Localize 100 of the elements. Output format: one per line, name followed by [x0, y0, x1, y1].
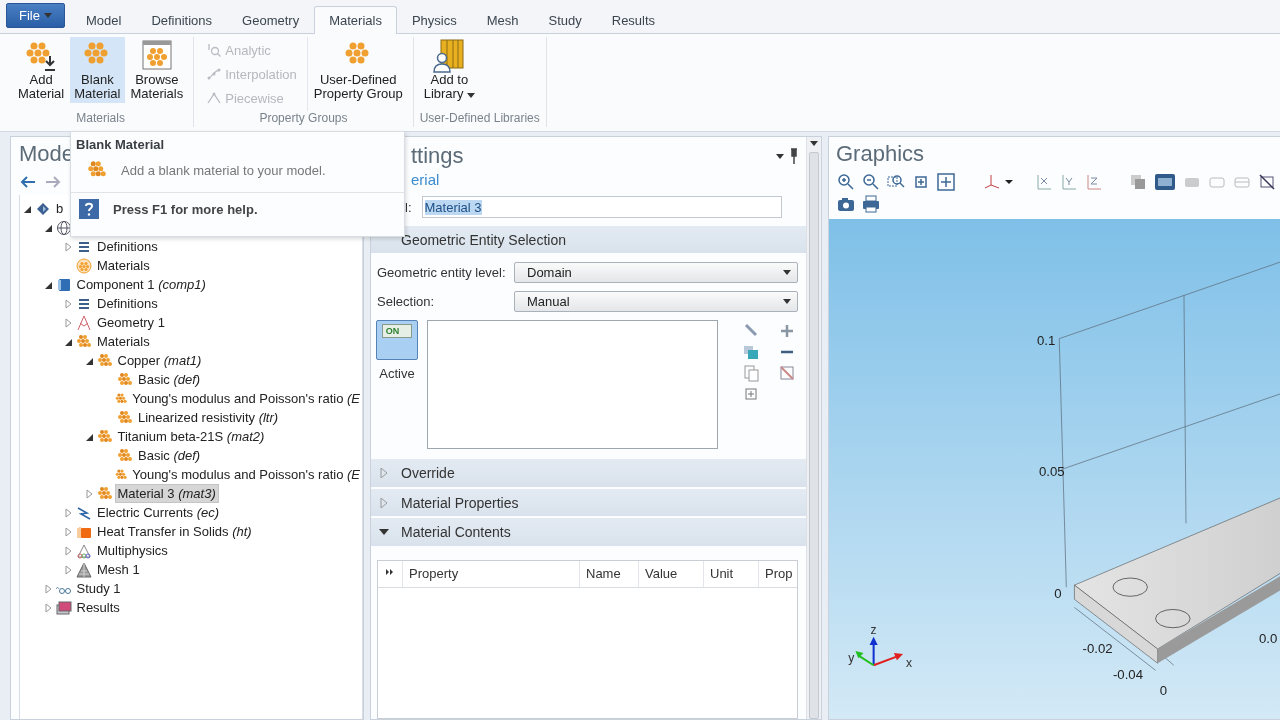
panel-subtitle: erial [411, 171, 440, 188]
hide-icon[interactable] [1258, 173, 1276, 191]
printer-icon[interactable] [862, 195, 880, 213]
results-icon [55, 599, 72, 616]
tree-item[interactable]: Young's modulus and Poisson's ratio (E [130, 390, 362, 407]
section-header[interactable]: Override [371, 459, 806, 487]
tree-item[interactable]: Geometry 1 [95, 314, 167, 331]
pin-icon[interactable] [790, 147, 798, 165]
ribbon-button[interactable]: Browse Materials [126, 37, 188, 103]
tree-item[interactable]: Mesh 1 [95, 561, 142, 578]
column-header: Value [638, 560, 703, 587]
graphics-viewport[interactable]: 0.1 0.05 0 -0.02 -0.04 0 0.0 z y x [829, 219, 1280, 719]
tree-item[interactable]: Titanium beta-21S (mat2) [115, 428, 267, 445]
caret-icon [783, 270, 791, 276]
paste-icon[interactable] [742, 364, 760, 383]
axis-view-icon[interactable] [983, 173, 1013, 191]
axis-triad-icon [855, 636, 904, 667]
material-icon [96, 428, 113, 445]
selection-list[interactable] [427, 320, 718, 450]
axis-letter: y [848, 651, 855, 666]
panel-title: ttings [411, 142, 464, 170]
multiphysics-icon [76, 542, 92, 559]
axis-tick-label: 0.0 [1259, 630, 1278, 646]
material-icon [96, 485, 113, 502]
zoom-in-icon[interactable] [837, 173, 855, 191]
group-label: Materials [75, 111, 126, 127]
ribbon-button[interactable]: Add Material [14, 37, 69, 103]
copy-selection-icon[interactable] [742, 343, 760, 362]
tree-item[interactable]: Linearized resistivity (ltr) [136, 409, 281, 426]
menu-tab[interactable]: Results [596, 6, 671, 34]
active-toggle[interactable]: ON [376, 320, 418, 361]
tree-item[interactable]: Results [74, 599, 122, 616]
function-icon [206, 42, 223, 58]
tree-item[interactable]: Multiphysics [95, 542, 170, 559]
label-input-field[interactable]: Material 3 [421, 196, 782, 218]
menu-tab[interactable]: Materials [314, 6, 397, 34]
menu-tab[interactable]: Physics [396, 6, 472, 34]
ribbon-button[interactable]: User-Defined Property Group [309, 37, 407, 103]
tree-item[interactable]: Study 1 [74, 580, 123, 597]
help-icon [79, 199, 99, 219]
material-icon [76, 333, 92, 350]
zoom-out-icon[interactable] [862, 173, 880, 191]
ribbon-button[interactable]: Add to Library [419, 37, 480, 103]
axis-letter: z [870, 622, 877, 637]
wireframe-toggle-icon[interactable] [1154, 173, 1176, 191]
tree-item[interactable]: Material 3 (mat3) [115, 485, 218, 502]
axis-tick-label: -0.04 [1113, 667, 1143, 683]
axis-tick-label: 0 [1159, 682, 1167, 698]
axis-letter: x [906, 656, 913, 671]
menu-tab[interactable]: Mesh [471, 6, 534, 34]
tree-item[interactable]: Materials [95, 333, 152, 350]
tree-item[interactable]: Heat Transfer in Solids (ht) [95, 523, 254, 540]
yz-view-icon[interactable] [1060, 173, 1078, 191]
section-header[interactable]: Material Properties [371, 488, 806, 517]
tree-item[interactable]: Definitions [95, 295, 160, 312]
clear-selection-icon[interactable] [778, 364, 796, 383]
toggle-label: Active [379, 366, 415, 382]
column-header: Unit [703, 560, 758, 587]
xy-view-icon[interactable] [1035, 173, 1053, 191]
mesh-icon [76, 561, 92, 578]
zoom-selection-icon[interactable] [912, 173, 930, 191]
tree-item[interactable]: Basic (def) [136, 371, 203, 388]
section-header[interactable]: Geometric Entity Selection [371, 226, 806, 254]
axis-tick-label: 0.1 [1036, 332, 1056, 348]
tree-item[interactable]: Component 1 (comp1) [74, 276, 208, 293]
material-icon [117, 371, 133, 388]
material-window-icon [140, 39, 173, 73]
field-label: l: [405, 199, 412, 215]
column-header: Name [579, 560, 638, 587]
axis-tick-label: -0.02 [1082, 641, 1113, 657]
menu-tab[interactable]: Study [533, 6, 597, 34]
books-person-icon [433, 39, 466, 73]
tree-item[interactable]: Basic (def) [136, 447, 203, 464]
camera-icon[interactable] [837, 195, 855, 213]
tree-item[interactable]: Young's modulus and Poisson's ratio (E [130, 466, 362, 483]
panel-menu-caret-icon [776, 153, 784, 159]
menu-tab[interactable]: Definitions [136, 6, 228, 34]
geometry-icon [76, 314, 92, 331]
axis-tick-label: 0.05 [1038, 463, 1065, 479]
tree-item[interactable]: Copper (mat1) [115, 352, 204, 369]
menu-tab[interactable]: Geometry [227, 6, 315, 34]
zx-view-icon[interactable] [1085, 173, 1103, 191]
dropdown[interactable]: Domain [514, 262, 798, 284]
column-header: Prop [758, 560, 797, 587]
dropdown[interactable]: Manual [514, 291, 798, 313]
tree-item[interactable]: b [54, 200, 66, 217]
transparency-icon[interactable] [1129, 173, 1147, 191]
tree-item[interactable]: Definitions [95, 238, 160, 255]
ribbon-button[interactable]: Blank Material [70, 37, 125, 103]
component-icon [55, 276, 72, 293]
tree-item[interactable]: Electric Currents (ec) [95, 504, 222, 521]
lightning-icon [76, 504, 92, 521]
section-header[interactable]: Material Contents [371, 518, 806, 546]
file-menu-button[interactable]: File [6, 3, 65, 28]
zoom-extents-icon[interactable] [937, 173, 955, 191]
model-icon [35, 200, 51, 217]
field-label: Geometric entity level: [377, 265, 507, 281]
group-label: Property Groups [258, 111, 349, 127]
tree-item[interactable]: Materials [95, 257, 152, 274]
menu-tab[interactable]: Model [70, 6, 137, 34]
